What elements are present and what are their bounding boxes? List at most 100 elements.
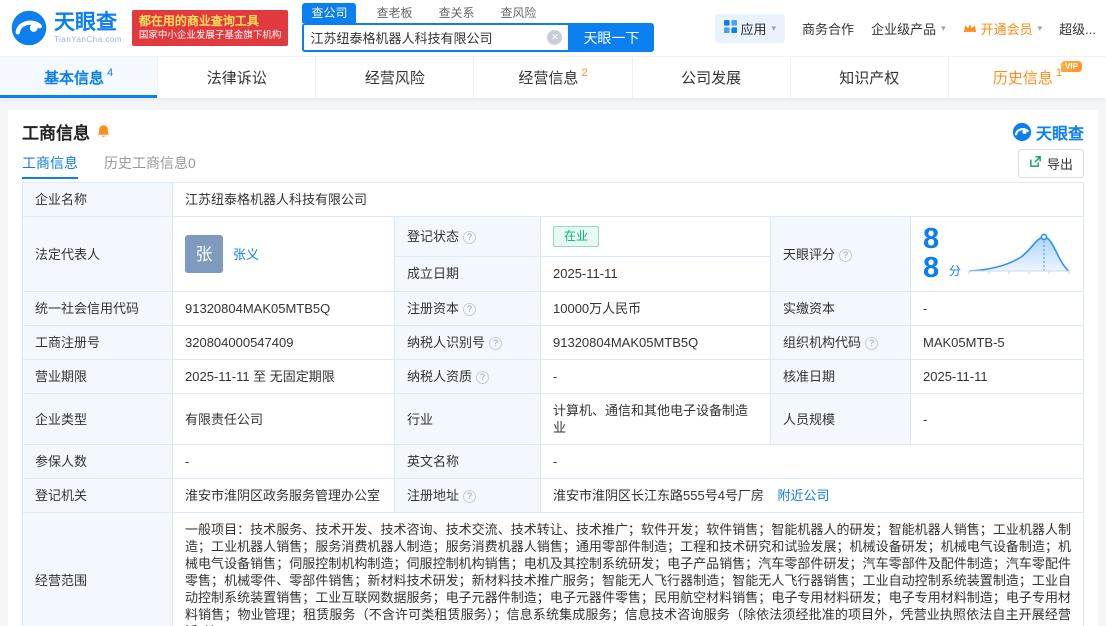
menu-super[interactable]: 超级... [1059,19,1096,38]
info-icon[interactable]: ? [865,337,878,350]
chevron-down-icon: ▾ [941,23,946,34]
info-icon[interactable]: ? [839,249,852,262]
section-title: 工商信息 [22,119,90,144]
field-credit-code-value: 91320804MAK05MTB5Q [173,292,395,326]
table-row: 企业类型 有限责任公司 行业 计算机、通信和其他电子设备制造业 人员规模 - [23,394,1084,445]
score-chart [967,229,1071,279]
search-tabs: 查公司 查老板 查关系 查风险 [302,4,654,23]
field-org-code-value: MAK05MTB-5 [911,326,1084,360]
avatar[interactable]: 张 [185,235,223,273]
field-business-term-value: 2025-11-11 至 无固定期限 [173,360,395,394]
tab-intellectual-property-label: 知识产权 [839,67,899,88]
tab-history-info-count: 1 [1056,67,1062,79]
tab-history-info-label: 历史信息 [993,67,1053,88]
field-reg-capital-value: 10000万人民币 [541,292,771,326]
tab-history-info[interactable]: VIP 历史信息 1 [949,57,1106,98]
table-row: 经营范围 一般项目：技术服务、技术开发、技术咨询、技术交流、技术转让、技术推广；… [23,513,1084,626]
legal-rep-link[interactable]: 张义 [233,246,259,263]
subtab-business-info[interactable]: 工商信息 [22,147,78,179]
tab-business-risk-label: 经营风险 [365,67,425,88]
score-unit: 分 [949,263,961,283]
search-button[interactable]: 天眼一下 [568,23,654,52]
top-header: 天眼查 TianYanCha.com 都在用的商业查询工具 国家中小企业发展子基… [0,0,1106,56]
field-approval-date-value: 2025-11-11 [911,360,1084,394]
export-button-label: 导出 [1047,154,1073,173]
field-credit-code-label: 统一社会信用代码 [23,292,173,326]
tab-company-development[interactable]: 公司发展 [633,57,791,98]
info-icon[interactable]: ? [489,337,502,350]
field-reg-number-label: 工商注册号 [23,326,173,360]
slogan-line1: 都在用的商业查询工具 [139,14,282,30]
info-icon[interactable]: ? [476,371,489,384]
field-company-type-value: 有限责任公司 [173,394,395,445]
field-insured-count-label: 参保人数 [23,445,173,479]
field-company-type-label: 企业类型 [23,394,173,445]
field-industry-value: 计算机、通信和其他电子设备制造业 [541,394,771,445]
field-business-term-label: 营业期限 [23,360,173,394]
subtab-history-business-info[interactable]: 历史工商信息0 [104,147,196,179]
field-legal-rep-label: 法定代表人 [23,217,173,292]
table-row: 工商注册号 320804000547409 纳税人识别号? 91320804MA… [23,326,1084,360]
watermark-logo-icon [1012,122,1032,142]
score-number: 88 [923,225,945,283]
field-score-value: 88 分 [911,217,1084,292]
chevron-down-icon: ▾ [1038,23,1043,34]
nearby-companies-link[interactable]: 附近公司 [778,488,830,503]
field-business-scope-value: 一般项目：技术服务、技术开发、技术咨询、技术交流、技术转让、技术推广；软件开发；… [173,513,1084,626]
info-icon[interactable]: ? [463,303,476,316]
field-reg-number-value: 320804000547409 [173,326,395,360]
sub-tabs: 工商信息 历史工商信息0 导出 [8,147,1098,179]
crown-icon [963,21,977,36]
info-icon[interactable]: ? [463,231,476,244]
bell-icon[interactable] [96,124,111,139]
field-english-name-value: - [541,445,1084,479]
field-reg-authority-label: 登记机关 [23,479,173,513]
search-tab-company[interactable]: 查公司 [302,3,356,23]
field-reg-address-label: 注册地址? [395,479,541,513]
slogan-badge: 都在用的商业查询工具 国家中小企业发展子基金旗下机构 [132,10,289,46]
menu-open-vip-label: 开通会员 [981,19,1033,38]
tab-basic-info[interactable]: 基本信息 4 [0,57,158,98]
apps-grid-icon [724,20,737,36]
search-tab-relation[interactable]: 查关系 [432,3,480,23]
field-reg-authority-value: 淮安市淮阴区政务服务管理办公室 [173,479,395,513]
logo-title: 天眼查 [54,12,122,34]
field-establish-date-label: 成立日期 [395,256,541,291]
field-taxpayer-id-value: 91320804MAK05MTB5Q [541,326,771,360]
field-reg-status-value: 在业 [541,217,771,257]
table-row: 营业期限 2025-11-11 至 无固定期限 纳税人资质? - 核准日期 20… [23,360,1084,394]
main-nav: 基本信息 4 法律诉讼 经营风险 经营信息 2 公司发展 知识产权 VIP 历史… [0,56,1106,98]
clear-icon[interactable]: ✕ [547,30,562,45]
tab-legal-proceedings-label: 法律诉讼 [207,67,267,88]
menu-business-cooperation-label: 商务合作 [802,19,854,38]
search-input[interactable] [310,30,547,45]
vip-badge: VIP [1061,61,1082,72]
search-input-wrap: ✕ [302,23,568,52]
field-business-scope-label: 经营范围 [23,513,173,626]
menu-enterprise-products[interactable]: 企业级产品 ▾ [871,19,946,38]
tab-business-risk[interactable]: 经营风险 [316,57,474,98]
info-icon[interactable]: ? [463,490,476,503]
field-taxpayer-quality-value: - [541,360,771,394]
watermark-logo-text: 天眼查 [1036,120,1084,144]
menu-business-cooperation[interactable]: 商务合作 [802,19,854,38]
tab-business-info[interactable]: 经营信息 2 [474,57,632,98]
field-industry-label: 行业 [395,394,541,445]
search-tab-boss[interactable]: 查老板 [370,3,418,23]
menu-open-vip[interactable]: 开通会员 ▾ [963,19,1043,38]
export-button[interactable]: 导出 [1018,149,1084,178]
status-badge: 在业 [553,226,599,247]
table-row: 企业名称 江苏纽泰格机器人科技有限公司 [23,183,1084,217]
tianyancha-logo[interactable]: 天眼查 TianYanCha.com [10,9,122,47]
tab-intellectual-property[interactable]: 知识产权 [791,57,949,98]
tab-business-info-label: 经营信息 [518,67,578,88]
search-tab-risk[interactable]: 查风险 [494,3,542,23]
field-approval-date-label: 核准日期 [771,360,911,394]
tab-legal-proceedings[interactable]: 法律诉讼 [158,57,316,98]
menu-super-label: 超级... [1059,19,1096,38]
menu-apps[interactable]: 应用 ▾ [715,14,786,43]
table-row: 法定代表人 张 张义 登记状态? 在业 天眼评分? [23,217,1084,257]
business-info-card: 工商信息 天眼查 工商信息 历史工商信息0 导出 [8,110,1098,626]
field-paid-capital-label: 实缴资本 [771,292,911,326]
tab-basic-info-count: 4 [107,67,113,79]
